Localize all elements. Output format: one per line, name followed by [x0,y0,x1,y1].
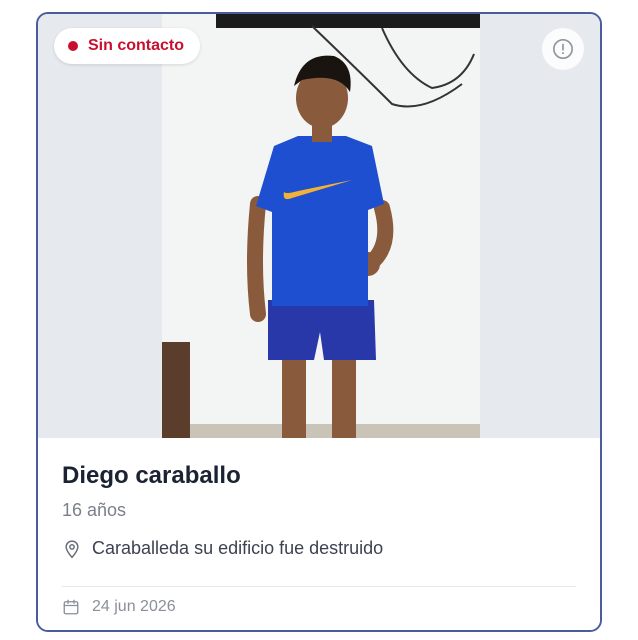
photo-area: Sin contacto [38,14,600,438]
missing-person-card[interactable]: Sin contacto Diego caraballo 16 años Car… [36,12,602,632]
alert-circle-icon [553,39,573,59]
card-details: Diego caraballo 16 años Caraballeda su e… [38,438,600,630]
person-age: 16 años [62,500,127,520]
info-button[interactable] [542,28,584,70]
location-row: Caraballeda su edificio fue destruido [62,538,383,559]
status-label: Sin contacto [88,37,185,54]
person-photo [162,14,480,438]
map-pin-icon [65,539,79,558]
divider [62,586,576,587]
calendar-icon [63,599,79,615]
status-dot [68,41,78,51]
status-badge: Sin contacto [54,28,201,64]
person-name: Diego caraballo [62,462,241,489]
date-row: 24 jun 2026 [62,598,176,616]
location-text: Caraballeda su edificio fue destruido [92,538,384,558]
date-text: 24 jun 2026 [92,598,176,615]
